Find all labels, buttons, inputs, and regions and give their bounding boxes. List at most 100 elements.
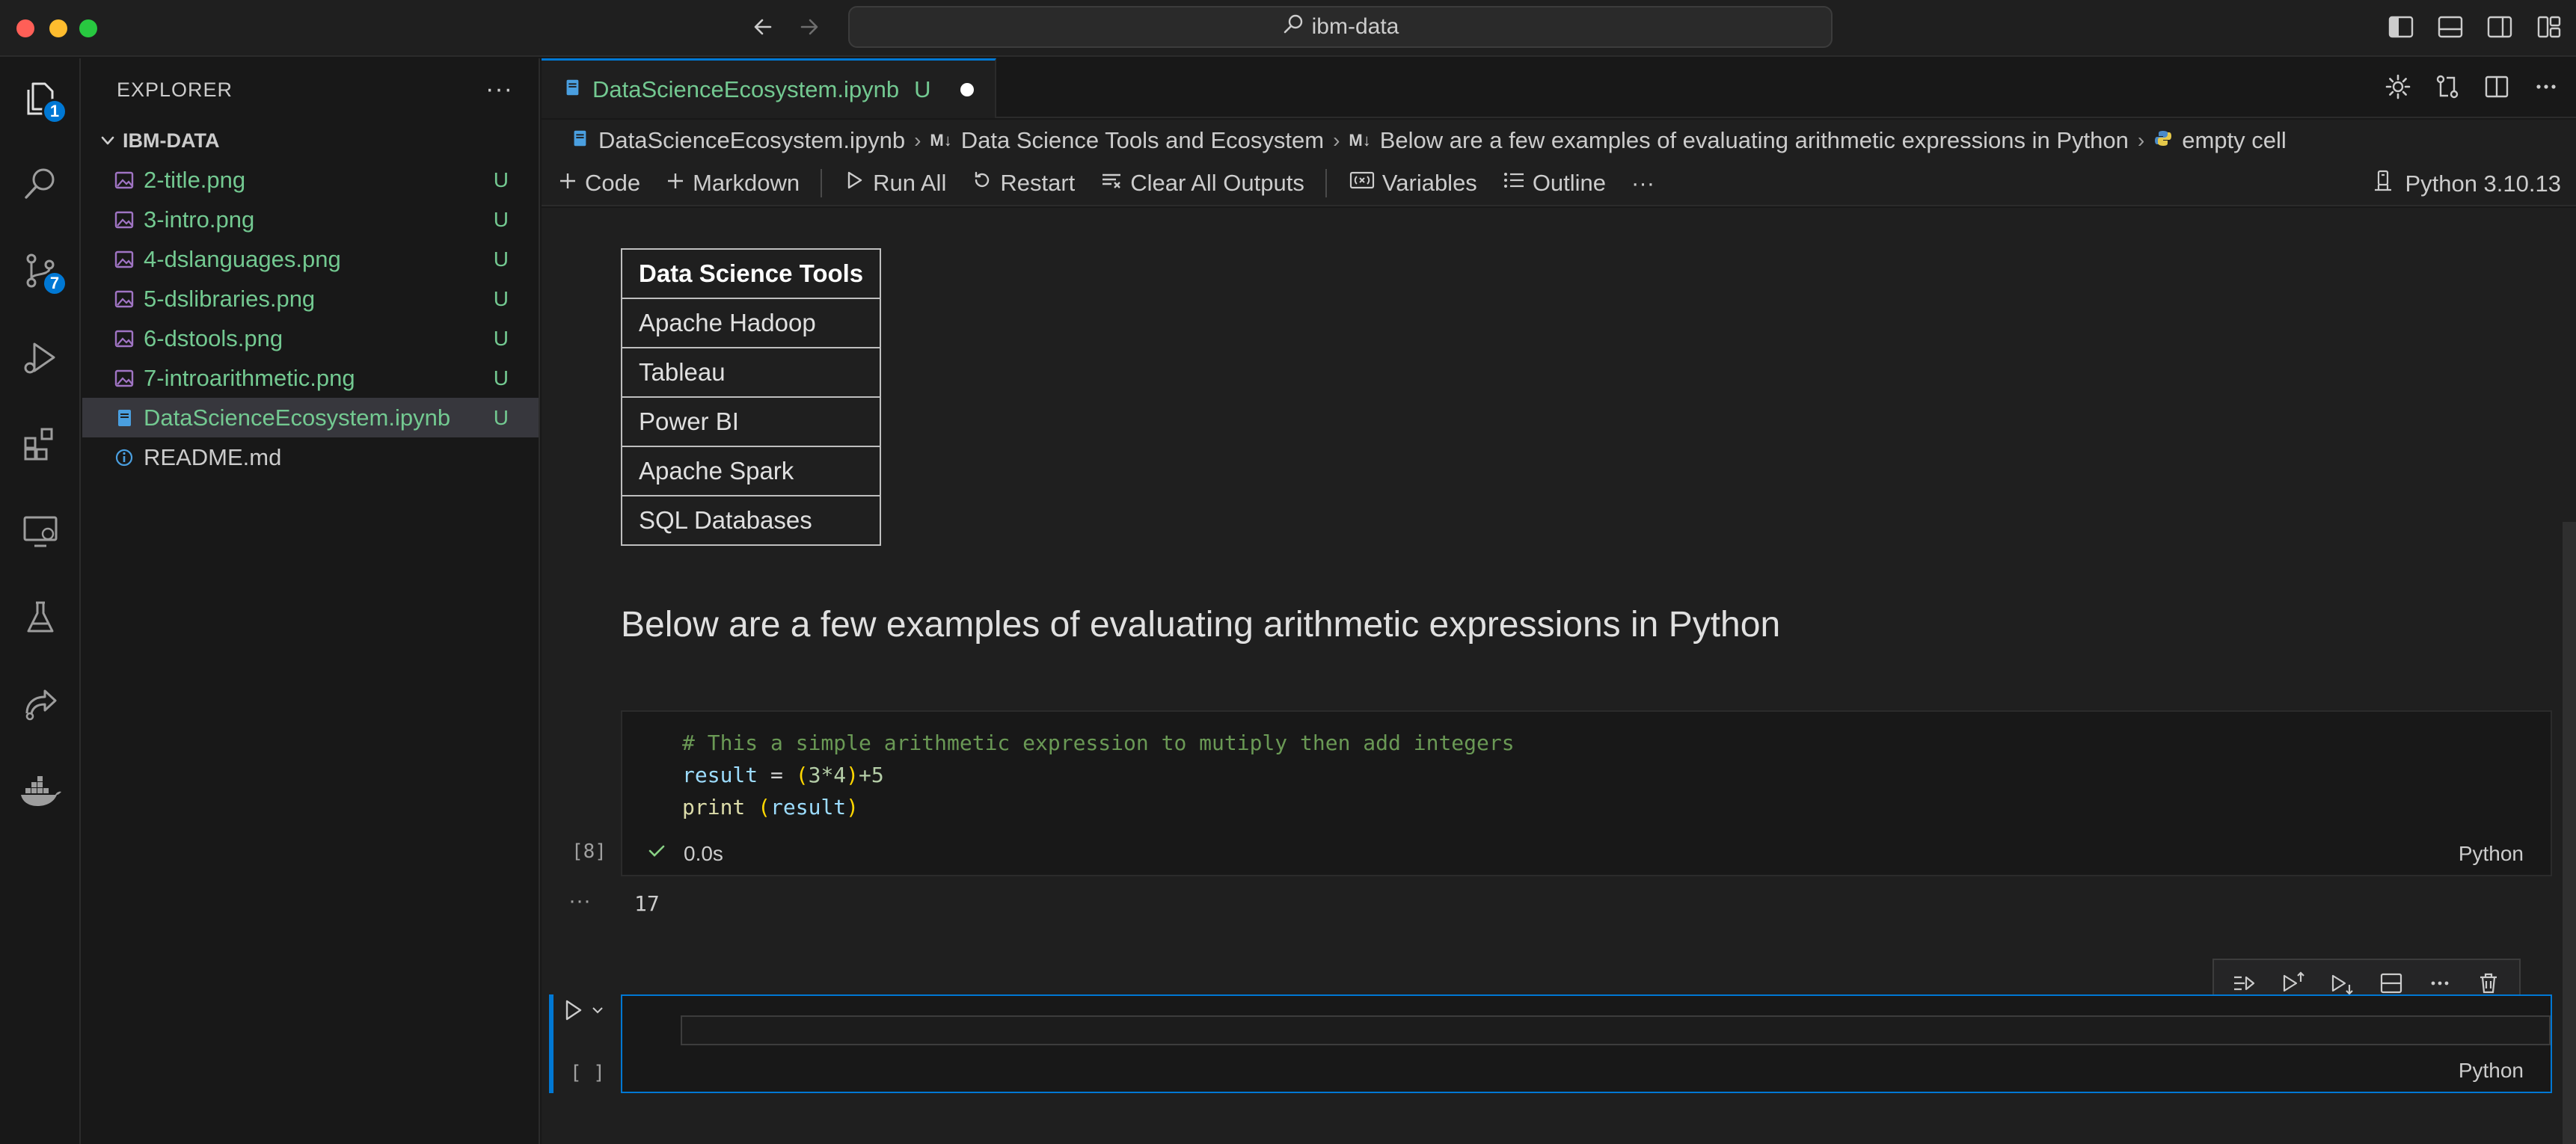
clear-all-outputs-button[interactable]: Clear All Outputs: [1100, 170, 1304, 197]
code-function: print: [682, 795, 758, 819]
table-row: Tableau: [620, 347, 882, 398]
cell-language-label[interactable]: Python: [2459, 842, 2524, 866]
source-control-badge: 7: [42, 271, 67, 296]
command-center-search[interactable]: ibm-data: [848, 6, 1833, 48]
kernel-label: Python 3.10.13: [2405, 170, 2561, 197]
output-actions-icon[interactable]: ···: [568, 888, 591, 914]
minimize-window-button[interactable]: [49, 19, 67, 37]
split-editor-icon[interactable]: [2482, 72, 2512, 102]
kernel-picker[interactable]: Python 3.10.13: [2372, 169, 2561, 199]
file-name: 2-title.png: [144, 166, 246, 193]
code-editor[interactable]: # This a simple arithmetic expression to…: [682, 727, 1515, 823]
cell-language-label[interactable]: Python: [2459, 1059, 2524, 1083]
git-status-untracked: U: [493, 247, 509, 271]
code-cell[interactable]: # This a simple arithmetic expression to…: [621, 710, 2552, 876]
close-window-button[interactable]: [16, 19, 34, 37]
add-code-cell-button[interactable]: Code: [558, 170, 640, 197]
breadcrumb-section[interactable]: Data Science Tools and Ecosystem: [961, 127, 1324, 154]
info-icon: [111, 444, 138, 471]
toolbar-divider: [1325, 169, 1327, 197]
folder-ibm-data[interactable]: IBM-DATA: [82, 121, 539, 160]
run-all-icon: [844, 170, 865, 197]
breadcrumb-cell[interactable]: empty cell: [2182, 127, 2287, 154]
code-editor-input[interactable]: [681, 1015, 2551, 1045]
extensions-icon[interactable]: [16, 420, 64, 468]
toggle-primary-sidebar-icon[interactable]: [2386, 12, 2416, 42]
file-name: 4-dslanguages.png: [144, 245, 341, 272]
unsaved-dot-icon[interactable]: [960, 82, 975, 96]
notebook-file-icon: [562, 76, 582, 103]
outline-list-icon: [1503, 170, 1525, 197]
variables-button[interactable]: Variables: [1349, 170, 1477, 197]
customize-layout-icon[interactable]: [2534, 12, 2564, 42]
check-icon: [646, 840, 667, 867]
live-share-icon[interactable]: [16, 680, 64, 728]
more-actions-icon[interactable]: [2531, 72, 2561, 102]
more-actions-icon[interactable]: ···: [485, 75, 513, 104]
kernel-icon: [2372, 169, 2394, 199]
git-status-untracked: U: [493, 207, 509, 231]
breadcrumb-file[interactable]: DataScienceEcosystem.ipynb: [598, 127, 905, 154]
testing-flask-icon[interactable]: [16, 594, 64, 642]
file-item[interactable]: README.md: [82, 437, 539, 477]
vertical-scrollbar[interactable]: [2563, 522, 2576, 1144]
restart-label: Restart: [1000, 170, 1076, 196]
source-control-icon[interactable]: 7: [16, 247, 67, 296]
file-item[interactable]: 5-dslibraries.png U: [82, 279, 539, 319]
add-markdown-cell-button[interactable]: Markdown: [666, 170, 800, 197]
settings-gear-icon[interactable]: [2383, 72, 2413, 102]
empty-code-cell[interactable]: Python: [621, 994, 2552, 1093]
more-icon: ···: [1631, 170, 1655, 196]
code-variable: result: [682, 763, 758, 787]
file-item[interactable]: 7-introarithmetic.png U: [82, 358, 539, 398]
folder-label: IBM-DATA: [123, 129, 220, 152]
run-and-debug-icon[interactable]: [16, 333, 64, 381]
toggle-secondary-sidebar-icon[interactable]: [2485, 12, 2515, 42]
restart-button[interactable]: Restart: [972, 170, 1075, 197]
breadcrumb-section[interactable]: Below are a few examples of evaluating a…: [1380, 127, 2129, 154]
activity-bar: 1 7: [0, 58, 81, 1144]
outline-button[interactable]: Outline: [1503, 170, 1606, 197]
run-all-button[interactable]: Run All: [844, 170, 946, 197]
remote-explorer-icon[interactable]: [16, 507, 64, 555]
restart-icon: [972, 170, 993, 197]
code-paren: (: [758, 795, 771, 819]
markdown-heading[interactable]: Below are a few examples of evaluating a…: [621, 604, 1780, 645]
outline-label: Outline: [1532, 170, 1607, 196]
file-name: 6-dstools.png: [144, 325, 283, 351]
chevron-down-icon[interactable]: [591, 1003, 604, 1021]
toolbar-more-button[interactable]: ···: [1631, 170, 1655, 197]
code-expression: 3*4: [808, 763, 847, 787]
execution-duration: 0.0s: [684, 841, 723, 865]
table-row: Apache Spark: [620, 446, 882, 496]
forward-arrow-icon[interactable]: [793, 10, 826, 43]
data-science-tools-table: Data Science Tools Apache Hadoop Tableau…: [620, 248, 882, 546]
file-name: DataScienceEcosystem.ipynb: [144, 404, 451, 431]
tab-notebook[interactable]: DataScienceEcosystem.ipynb U: [542, 58, 996, 118]
file-name: 3-intro.png: [144, 206, 255, 233]
image-file-icon: [111, 167, 138, 194]
plus-icon: [558, 170, 577, 197]
table-row: SQL Databases: [620, 495, 882, 546]
file-item-selected[interactable]: DataScienceEcosystem.ipynb U: [82, 398, 539, 437]
image-file-icon: [111, 246, 138, 273]
code-paren: ): [846, 763, 859, 787]
table-cell: Apache Spark: [620, 446, 882, 496]
file-item[interactable]: 6-dstools.png U: [82, 319, 539, 358]
table-row: Apache Hadoop: [620, 298, 882, 348]
file-item[interactable]: 3-intro.png U: [82, 200, 539, 239]
search-icon: [1282, 13, 1304, 41]
file-item[interactable]: 4-dslanguages.png U: [82, 239, 539, 279]
code-variable: result: [770, 795, 847, 819]
search-view-icon[interactable]: [16, 160, 64, 208]
back-arrow-icon[interactable]: [746, 10, 779, 43]
docker-icon[interactable]: [16, 767, 64, 815]
breadcrumb: DataScienceEcosystem.ipynb › M↓ Data Sci…: [542, 120, 2576, 162]
open-changes-icon[interactable]: [2432, 72, 2462, 102]
explorer-icon[interactable]: 1: [16, 75, 67, 124]
run-cell-button[interactable]: [562, 997, 604, 1027]
maximize-window-button[interactable]: [79, 19, 97, 37]
table-cell: Apache Hadoop: [620, 298, 882, 348]
toggle-panel-icon[interactable]: [2435, 12, 2465, 42]
file-item[interactable]: 2-title.png U: [82, 160, 539, 200]
